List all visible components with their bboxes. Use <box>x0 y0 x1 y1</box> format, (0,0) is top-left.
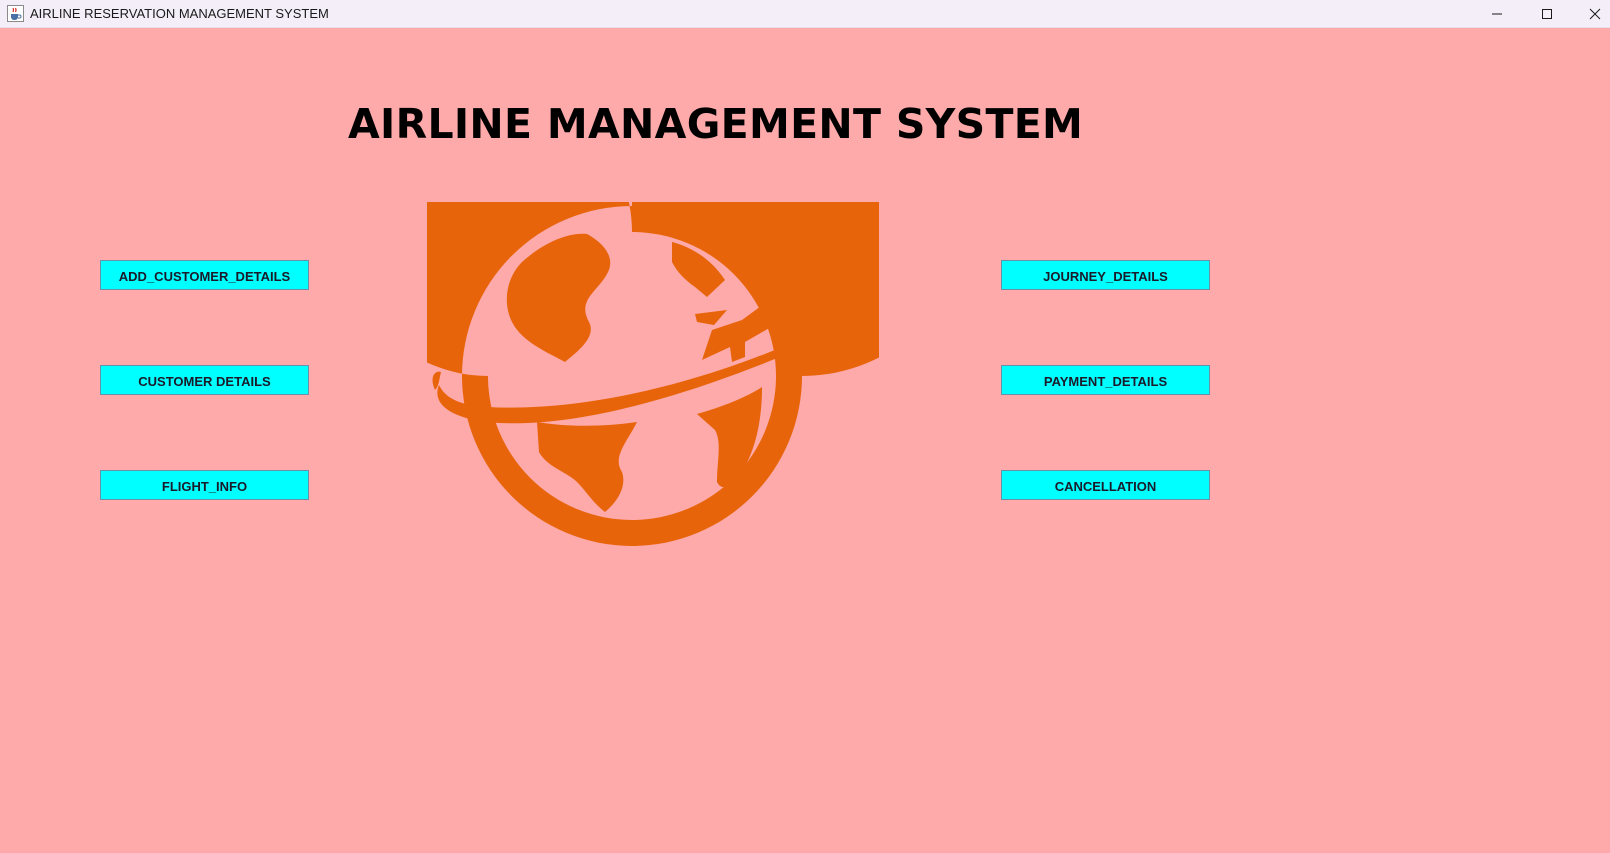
payment-details-button[interactable]: PAYMENT_DETAILS <box>1001 365 1210 395</box>
minimize-icon <box>1492 13 1502 15</box>
java-cup-icon <box>7 5 24 22</box>
app-window: AIRLINE RESERVATION MANAGEMENT SYSTEM AI… <box>0 0 1610 853</box>
main-panel: AIRLINE MANAGEMENT SYSTEM ADD_CUSTOMER_D… <box>1 29 1609 853</box>
add-customer-details-button[interactable]: ADD_CUSTOMER_DETAILS <box>100 260 309 290</box>
close-button[interactable] <box>1572 0 1610 28</box>
journey-details-button[interactable]: JOURNEY_DETAILS <box>1001 260 1210 290</box>
title-bar[interactable]: AIRLINE RESERVATION MANAGEMENT SYSTEM <box>0 0 1610 28</box>
maximize-icon <box>1542 9 1552 19</box>
flight-info-button[interactable]: FLIGHT_INFO <box>100 470 309 500</box>
maximize-button[interactable] <box>1524 0 1570 28</box>
globe-airplane-logo <box>427 202 879 546</box>
window-title: AIRLINE RESERVATION MANAGEMENT SYSTEM <box>30 6 329 21</box>
page-title: AIRLINE MANAGEMENT SYSTEM <box>348 100 1084 148</box>
customer-details-button[interactable]: CUSTOMER DETAILS <box>100 365 309 395</box>
minimize-button[interactable] <box>1474 0 1520 28</box>
close-icon <box>1589 8 1601 20</box>
cancellation-button[interactable]: CANCELLATION <box>1001 470 1210 500</box>
